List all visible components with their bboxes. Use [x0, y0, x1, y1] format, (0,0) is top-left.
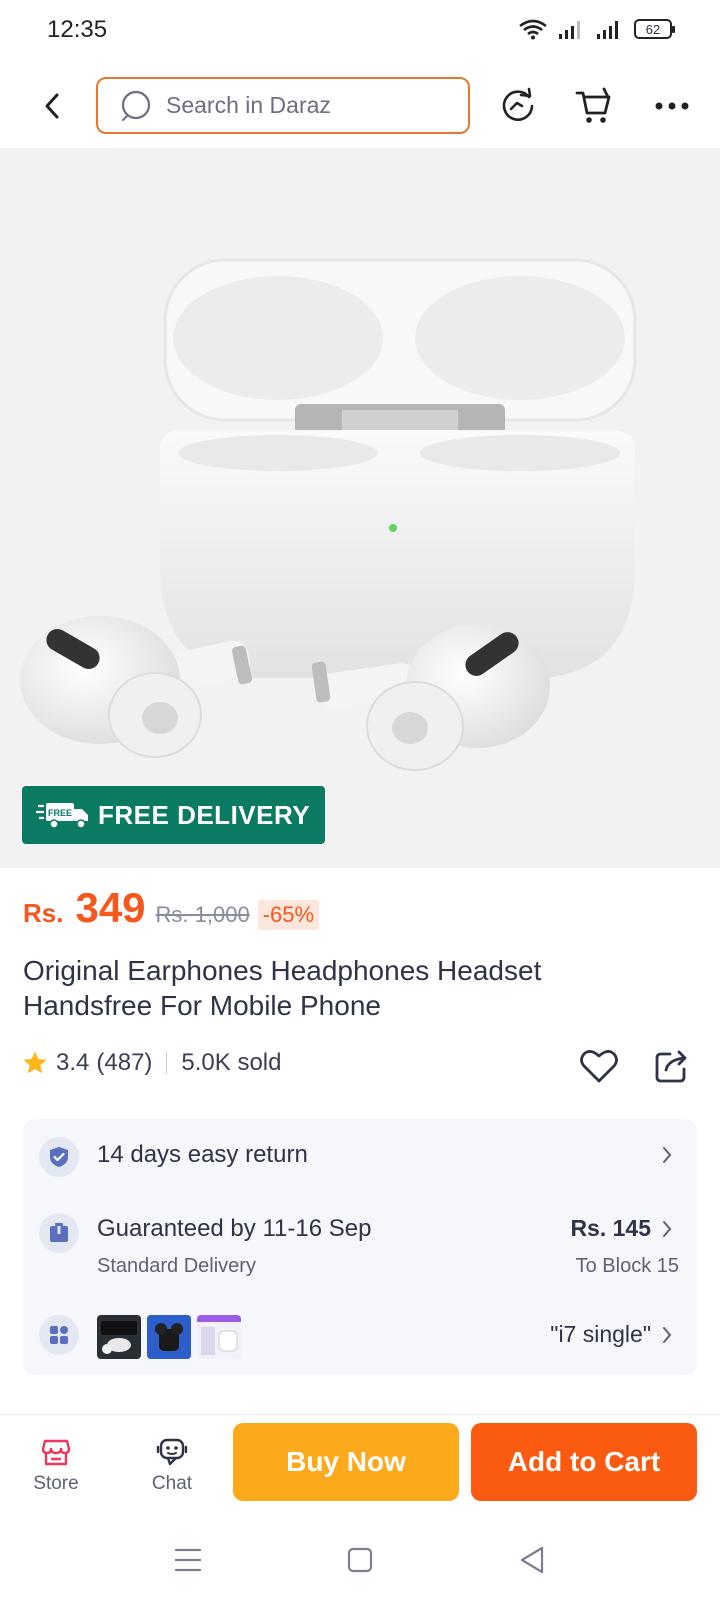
delivery-guarantee-label: Guaranteed by 11-16 Sep	[97, 1215, 372, 1242]
wishlist-button[interactable]	[577, 1044, 621, 1088]
chat-icon	[156, 1438, 188, 1466]
home-button[interactable]	[340, 1542, 380, 1578]
status-bar: 12:35 62	[0, 0, 720, 64]
back-nav-button[interactable]	[512, 1542, 552, 1578]
search-icon	[121, 90, 151, 121]
add-to-cart-button[interactable]: Add to Cart	[471, 1423, 697, 1501]
chevron-right-icon	[659, 1325, 675, 1345]
free-delivery-label: FREE DELIVERY	[98, 799, 311, 830]
chat-button[interactable]: Chat	[137, 1437, 207, 1495]
store-icon	[41, 1439, 71, 1466]
package-icon	[39, 1213, 79, 1253]
wifi-icon	[519, 19, 547, 40]
store-label: Store	[33, 1473, 79, 1494]
share-icon	[655, 1050, 687, 1083]
grid-icon	[39, 1315, 79, 1355]
cart-icon	[575, 87, 611, 123]
bottom-action-bar: Store Chat Buy Now Add to Cart	[0, 1415, 720, 1520]
delivery-type-label: Standard Delivery	[97, 1255, 256, 1277]
rating-row[interactable]: 3.4 (487) 5.0K sold	[22, 1049, 281, 1077]
square-icon	[347, 1547, 373, 1573]
chat-label: Chat	[151, 1473, 193, 1494]
selected-variant[interactable]: "i7 single"	[550, 1321, 651, 1348]
delivery-fee: Rs. 145	[570, 1215, 651, 1241]
service-info-card: 14 days easy return Guaranteed by 11-16 …	[23, 1119, 697, 1375]
status-time: 12:35	[47, 16, 108, 43]
system-navigation-bar	[0, 1520, 720, 1600]
refresh-button[interactable]	[496, 84, 540, 128]
price-row: Rs. 349 Rs. 1,000 -65%	[23, 884, 320, 944]
star-icon	[23, 1051, 47, 1074]
menu-icon	[174, 1548, 202, 1572]
delivery-location: To Block 15	[575, 1255, 679, 1277]
signal-icon-2	[597, 21, 618, 39]
search-input[interactable]: Search in Daraz	[96, 77, 470, 134]
free-delivery-badge: FREE FREE DELIVERY	[22, 786, 325, 844]
signal-icon	[559, 21, 580, 39]
chevron-left-icon	[45, 93, 59, 119]
back-button[interactable]	[32, 86, 72, 126]
variant-thumbnail[interactable]	[97, 1315, 141, 1359]
heart-icon	[580, 1050, 618, 1083]
recents-button[interactable]	[168, 1542, 208, 1578]
sold-count: 5.0K sold	[181, 1049, 282, 1076]
return-policy-row[interactable]: 14 days easy return	[23, 1119, 697, 1193]
delivery-truck-icon: FREE	[36, 803, 88, 829]
discount-badge: -65%	[257, 900, 320, 930]
refresh-icon	[502, 87, 534, 121]
status-icons: 62	[518, 18, 675, 40]
shield-check-icon	[39, 1137, 79, 1177]
original-price: Rs. 1,000	[155, 902, 250, 927]
price-currency: Rs.	[23, 898, 64, 928]
battery-icon: 62	[634, 19, 675, 39]
return-policy-label: 14 days easy return	[97, 1141, 308, 1168]
variant-thumbnail[interactable]	[147, 1315, 191, 1359]
review-count: (487)	[96, 1049, 153, 1076]
product-image[interactable]	[0, 148, 720, 868]
divider	[166, 1052, 168, 1074]
more-icon	[655, 102, 689, 110]
rating-value: 3.4	[56, 1049, 90, 1076]
earbuds-image	[20, 258, 637, 771]
store-button[interactable]: Store	[21, 1437, 91, 1495]
chevron-right-icon	[659, 1219, 675, 1239]
top-nav: Search in Daraz	[0, 64, 720, 148]
more-button[interactable]	[650, 84, 694, 128]
price-value: 349	[75, 884, 146, 931]
buy-now-button[interactable]: Buy Now	[233, 1423, 459, 1501]
triangle-back-icon	[520, 1546, 544, 1574]
delivery-row[interactable]: Guaranteed by 11-16 Sep Standard Deliver…	[23, 1193, 697, 1303]
search-placeholder: Search in Daraz	[166, 92, 331, 118]
product-title: Original Earphones Headphones Headset Ha…	[23, 955, 542, 1021]
variant-thumbnail[interactable]	[197, 1315, 241, 1359]
svg-text:FREE: FREE	[48, 808, 72, 818]
cart-button[interactable]	[572, 84, 616, 128]
share-button[interactable]	[650, 1044, 694, 1088]
chevron-right-icon	[659, 1145, 675, 1165]
